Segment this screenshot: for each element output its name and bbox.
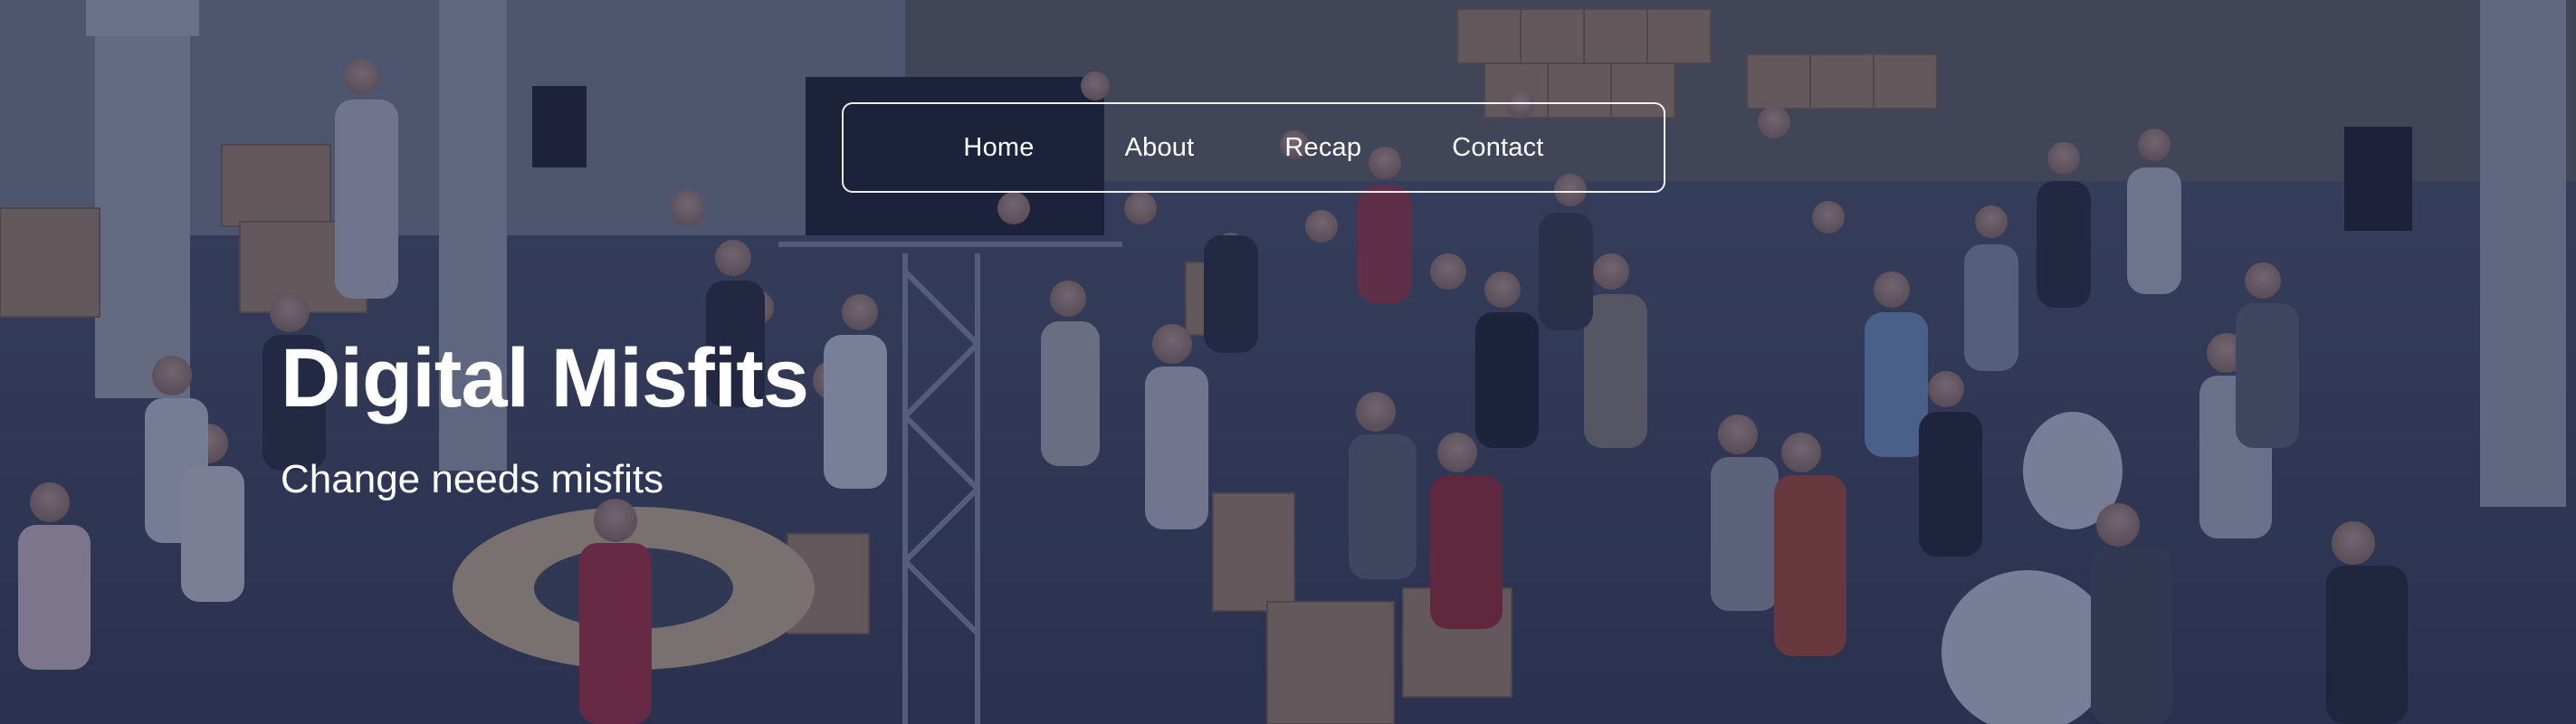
hero-title: Digital Misfits [281,332,809,424]
nav-item-contact[interactable]: Contact [1452,133,1543,163]
hero-section: Home About Recap Contact Digital Misfits… [0,0,2576,724]
nav-item-recap[interactable]: Recap [1284,133,1361,163]
nav-item-home[interactable]: Home [963,133,1034,163]
main-navigation: Home About Recap Contact [842,102,1665,193]
hero-subtitle: Change needs misfits [281,457,664,501]
nav-item-about[interactable]: About [1125,133,1195,163]
